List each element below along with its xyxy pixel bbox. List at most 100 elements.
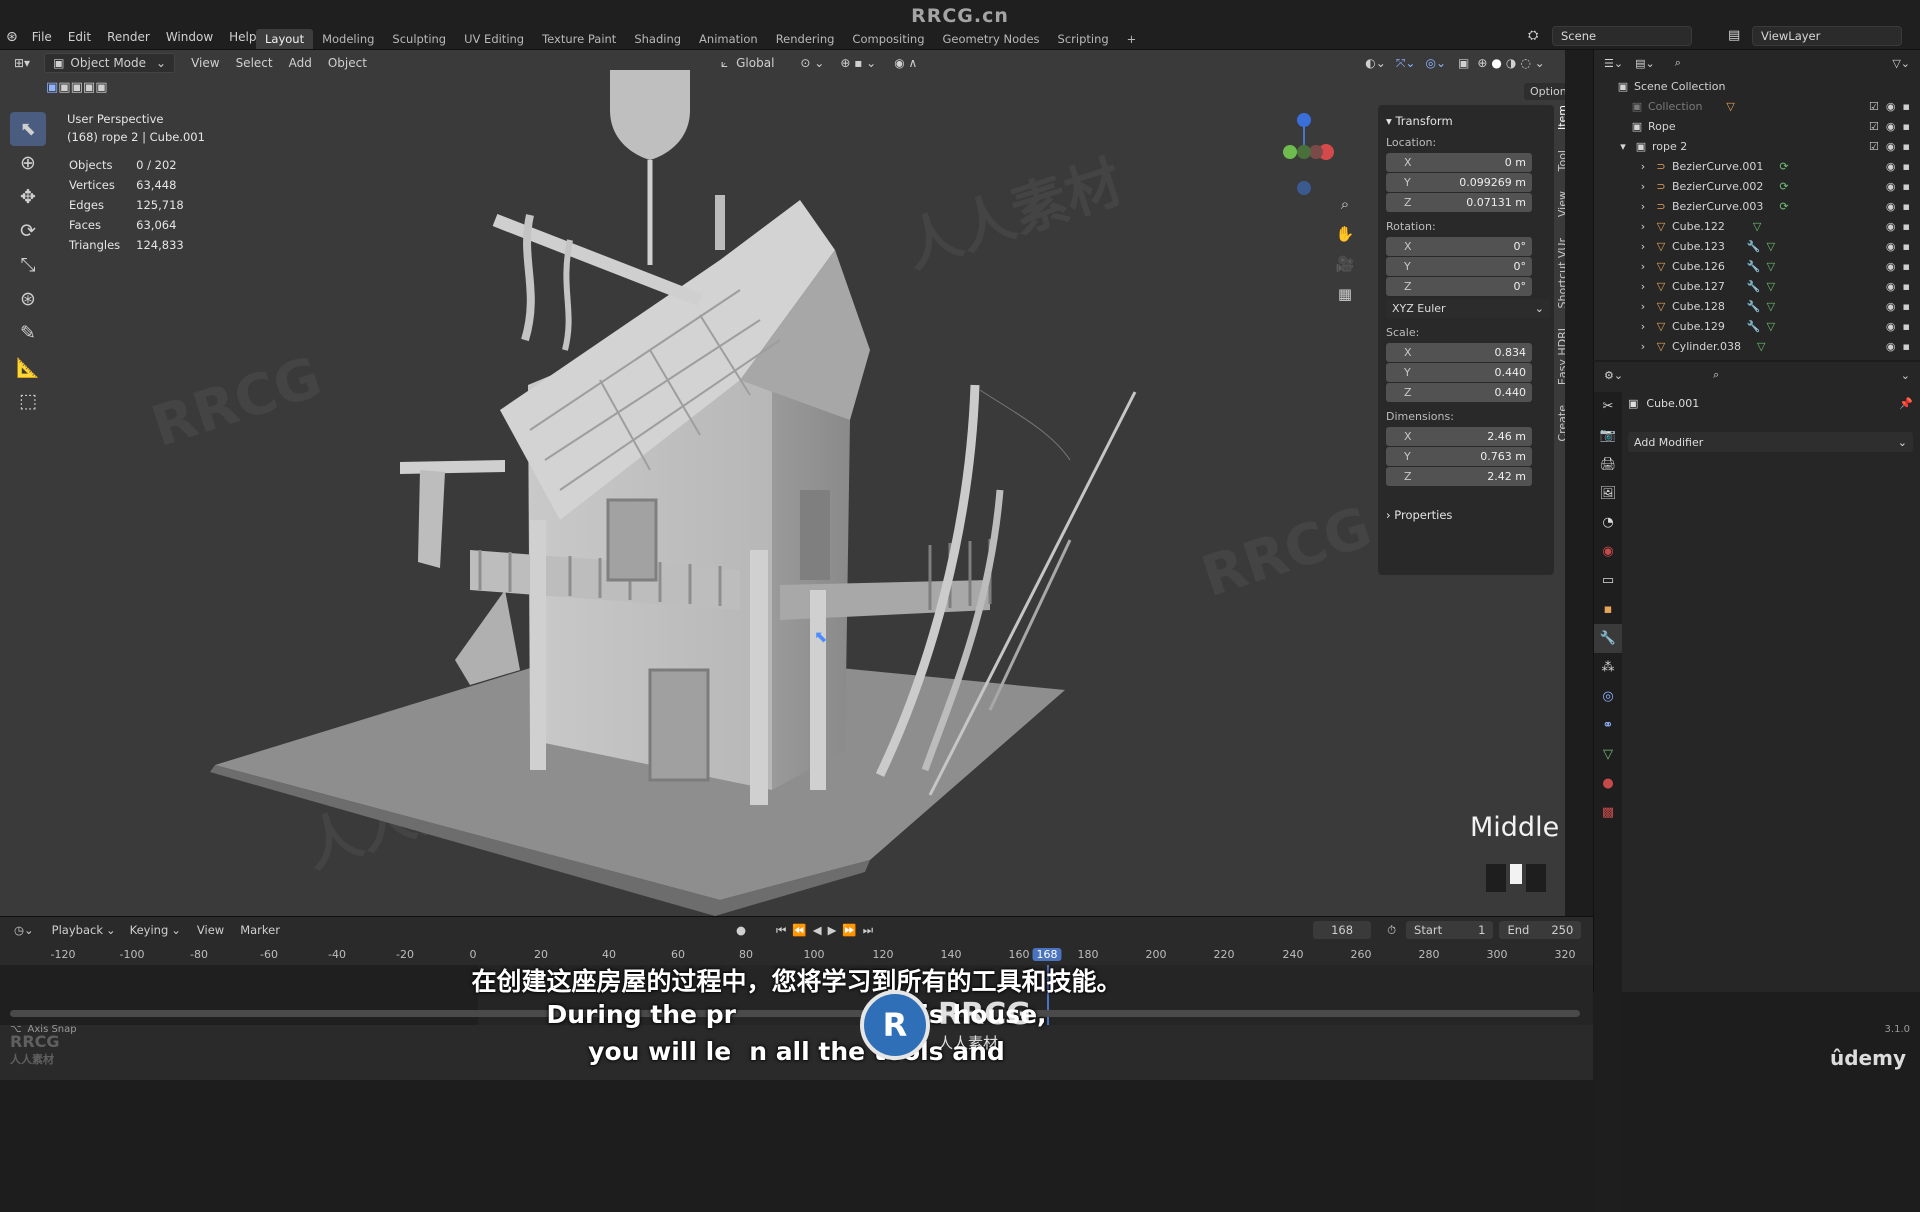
- expand-arrow-icon[interactable]: ›: [1636, 260, 1650, 273]
- outliner-row-object[interactable]: › ▽ Cylinder.038 ▽ ◉ ▪: [1594, 336, 1920, 356]
- world-tab-icon[interactable]: ◉: [1594, 537, 1622, 566]
- camera-icon[interactable]: ▪: [1903, 280, 1910, 293]
- outliner-row-rope[interactable]: ▣ Rope ☑ ◉ ▪: [1594, 116, 1920, 136]
- tab-rendering[interactable]: Rendering: [767, 29, 844, 49]
- location-y-field[interactable]: Y 0.099269 m: [1386, 173, 1532, 192]
- camera-icon[interactable]: ▪: [1903, 120, 1910, 133]
- playhead-frame[interactable]: 168: [1032, 948, 1062, 961]
- expand-arrow-icon[interactable]: ›: [1636, 200, 1650, 213]
- sidebar-tab-easy-hdri[interactable]: Easy HDRI: [1556, 328, 1565, 385]
- camera-icon[interactable]: ▪: [1903, 140, 1910, 153]
- outliner-row-object[interactable]: › ⊃ BezierCurve.002 ⟳ ◉ ▪: [1594, 176, 1920, 196]
- outliner-row-object[interactable]: › ▽ Cube.123 🔧 ▽ ◉ ▪: [1594, 236, 1920, 256]
- eye-icon[interactable]: ◉: [1886, 220, 1896, 233]
- sidebar-tab-create[interactable]: Create: [1556, 405, 1565, 442]
- eye-icon[interactable]: ◉: [1886, 280, 1896, 293]
- pan-hand-icon[interactable]: ✋: [1335, 225, 1355, 255]
- sidebar-tab-tool[interactable]: Tool: [1556, 150, 1565, 171]
- display-mode-icon[interactable]: ▤⌄: [1635, 57, 1655, 70]
- tab-layout[interactable]: Layout: [256, 29, 314, 49]
- eye-icon[interactable]: ◉: [1886, 240, 1896, 253]
- search-icon[interactable]: ⌕: [1713, 368, 1719, 382]
- blender-logo-icon[interactable]: ⊛: [6, 29, 18, 45]
- view-layer-selector[interactable]: ViewLayer: [1752, 26, 1902, 46]
- tab-shading[interactable]: Shading: [625, 29, 690, 49]
- move-tool[interactable]: ✥: [10, 180, 46, 214]
- zoom-icon[interactable]: ⌕: [1335, 195, 1355, 225]
- output-tab-icon[interactable]: 🖨: [1594, 450, 1622, 479]
- camera-icon[interactable]: ▪: [1903, 260, 1910, 273]
- editor-type-icon[interactable]: ☰⌄: [1604, 57, 1623, 70]
- add-cube-tool[interactable]: ⬚: [10, 384, 46, 418]
- camera-icon[interactable]: ▪: [1903, 200, 1910, 213]
- menu-render[interactable]: Render: [99, 30, 158, 44]
- expand-arrow-icon[interactable]: ▾: [1616, 140, 1630, 153]
- play-icon[interactable]: ▶: [828, 923, 837, 937]
- expand-arrow-icon[interactable]: ›: [1636, 320, 1650, 333]
- outliner-row-object[interactable]: › ⊃ BezierCurve.001 ⟳ ◉ ▪: [1594, 156, 1920, 176]
- menu-view[interactable]: View: [197, 923, 224, 937]
- expand-arrow-icon[interactable]: ›: [1636, 280, 1650, 293]
- transform-panel-header[interactable]: ▾ Transform: [1386, 114, 1546, 128]
- sidebar-tab-item[interactable]: Item: [1556, 105, 1565, 130]
- outliner-row-object[interactable]: › ▽ Cube.129 🔧 ▽ ◉ ▪: [1594, 316, 1920, 336]
- location-x-field[interactable]: X 0 m: [1386, 153, 1532, 172]
- tab-scripting[interactable]: Scripting: [1049, 29, 1118, 49]
- camera-icon[interactable]: ▪: [1903, 220, 1910, 233]
- checkbox-icon[interactable]: ☑: [1869, 140, 1879, 153]
- outliner-row-object[interactable]: › ⊃ BezierCurve.003 ⟳ ◉ ▪: [1594, 196, 1920, 216]
- record-icon[interactable]: ●: [736, 923, 746, 937]
- add-workspace-icon[interactable]: +: [1118, 29, 1146, 49]
- scale-y-field[interactable]: Y 0.440: [1386, 363, 1532, 382]
- camera-icon[interactable]: ▪: [1903, 300, 1910, 313]
- camera-icon[interactable]: ▪: [1903, 100, 1910, 113]
- modifier-tab-icon[interactable]: 🔧: [1594, 624, 1622, 653]
- annotate-tool[interactable]: ✎: [10, 316, 46, 350]
- outliner-row-scene-collection[interactable]: ▣ Scene Collection: [1594, 76, 1920, 96]
- view-layer-tab-icon[interactable]: 🖼: [1594, 479, 1622, 508]
- camera-icon[interactable]: ▪: [1903, 160, 1910, 173]
- camera-icon[interactable]: ▪: [1903, 240, 1910, 253]
- editor-type-icon[interactable]: ◷⌄: [14, 923, 34, 937]
- material-tab-icon[interactable]: ●: [1594, 769, 1622, 798]
- expand-arrow-icon[interactable]: ›: [1636, 180, 1650, 193]
- expand-arrow-icon[interactable]: ›: [1636, 240, 1650, 253]
- expand-arrow-icon[interactable]: ›: [1636, 220, 1650, 233]
- texture-tab-icon[interactable]: ▩: [1594, 798, 1622, 827]
- outliner-row-object[interactable]: › ▽ Cube.127 🔧 ▽ ◉ ▪: [1594, 276, 1920, 296]
- select-box-tool[interactable]: ⬉: [10, 112, 46, 146]
- prev-keyframe-icon[interactable]: ⏪: [792, 923, 806, 937]
- menu-edit[interactable]: Edit: [60, 30, 99, 44]
- eye-icon[interactable]: ◉: [1886, 300, 1896, 313]
- rotation-mode-dropdown[interactable]: XYZ Euler ⌄: [1386, 299, 1550, 318]
- editor-type-icon[interactable]: ⚙⌄: [1604, 369, 1623, 382]
- start-field[interactable]: Start 1: [1406, 921, 1494, 939]
- dimensions-y-field[interactable]: Y 0.763 m: [1386, 447, 1532, 466]
- sidebar-tab-shortcut[interactable]: Shortcut VUr: [1556, 238, 1565, 308]
- scale-z-field[interactable]: Z 0.440: [1386, 383, 1532, 402]
- tab-compositing[interactable]: Compositing: [843, 29, 933, 49]
- location-z-field[interactable]: Z 0.07131 m: [1386, 193, 1532, 212]
- particles-tab-icon[interactable]: ⁂: [1594, 653, 1622, 682]
- scale-tool[interactable]: ⤡: [10, 248, 46, 282]
- camera-icon[interactable]: ▪: [1903, 340, 1910, 353]
- tab-animation[interactable]: Animation: [690, 29, 767, 49]
- checkbox-icon[interactable]: ☑: [1869, 100, 1879, 113]
- tab-sculpting[interactable]: Sculpting: [383, 29, 455, 49]
- collection-tab-icon[interactable]: ▭: [1594, 566, 1622, 595]
- rotate-tool[interactable]: ⟳: [10, 214, 46, 248]
- cursor-tool[interactable]: ⊕: [10, 146, 46, 180]
- expand-arrow-icon[interactable]: ›: [1636, 340, 1650, 353]
- transform-tool[interactable]: ⊛: [10, 282, 46, 316]
- checkbox-icon[interactable]: ☑: [1869, 120, 1879, 133]
- camera-icon[interactable]: ▪: [1903, 320, 1910, 333]
- jump-end-icon[interactable]: ⏭: [863, 923, 873, 938]
- filter-icon[interactable]: ▽⌄: [1892, 57, 1910, 70]
- scene-icon[interactable]: ⛭: [1528, 28, 1538, 43]
- rotation-x-field[interactable]: X 0°: [1386, 237, 1532, 256]
- eye-icon[interactable]: ◉: [1886, 340, 1896, 353]
- eye-icon[interactable]: ◉: [1886, 320, 1896, 333]
- tab-texture-paint[interactable]: Texture Paint: [533, 29, 625, 49]
- menu-marker[interactable]: Marker: [240, 923, 280, 937]
- physics-tab-icon[interactable]: ◎: [1594, 682, 1622, 711]
